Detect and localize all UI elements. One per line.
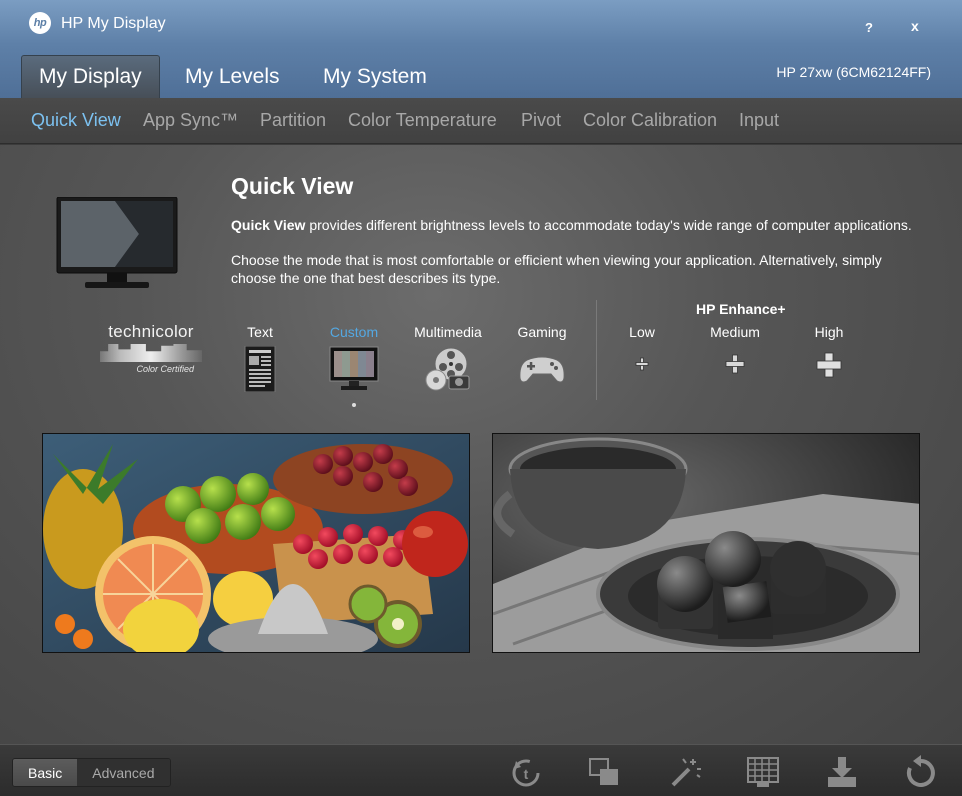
enhance-medium[interactable]: Medium <box>709 324 761 374</box>
mode-text[interactable]: Text <box>240 324 280 397</box>
technicolor-name: technicolor <box>108 322 194 341</box>
tab-label: My Display <box>39 65 142 88</box>
page-title: Quick View <box>231 173 354 199</box>
title-bar: hp HP My Display ? x My Display My Level… <box>0 0 962 98</box>
close-button[interactable]: x <box>911 18 919 34</box>
tab-my-system[interactable]: My System <box>306 55 444 98</box>
help-button[interactable]: ? <box>865 20 873 35</box>
technicolor-subtitle: Color Certified <box>136 364 194 374</box>
subtab-partition[interactable]: Partition <box>260 110 326 131</box>
custom-monitor-icon <box>329 346 379 390</box>
plus-small-icon <box>635 357 649 371</box>
enhance-label: High <box>814 324 844 340</box>
technicolor-skyline-icon <box>100 344 202 362</box>
enhance-high[interactable]: High <box>812 324 846 378</box>
description-primary: Quick View provides different brightness… <box>231 217 931 233</box>
tab-label: My Levels <box>185 64 280 88</box>
plus-large-icon <box>816 352 842 378</box>
timer-icon[interactable]: t <box>508 755 544 789</box>
tab-label: My System <box>323 64 427 88</box>
selected-indicator <box>352 403 356 407</box>
svg-text:t: t <box>524 766 529 782</box>
monitor-icon <box>56 197 178 288</box>
subtab-color-calibration[interactable]: Color Calibration <box>583 110 717 131</box>
tab-my-levels[interactable]: My Levels <box>168 55 297 98</box>
color-preview-image <box>42 433 470 653</box>
subtab-pivot[interactable]: Pivot <box>521 110 561 131</box>
mode-label: Multimedia <box>414 324 482 340</box>
enhance-label: Low <box>629 324 655 340</box>
gamepad-icon <box>519 356 565 383</box>
fruit-photo-image <box>43 434 469 652</box>
advanced-button[interactable]: Advanced <box>77 759 170 786</box>
monitor-id: HP 27xw (6CM62124FF) <box>776 64 931 80</box>
plus-medium-icon <box>725 354 745 374</box>
section-divider <box>596 300 597 400</box>
tab-my-display[interactable]: My Display <box>21 55 160 98</box>
mode-label: Text <box>247 324 273 340</box>
technicolor-logo: technicolor Color Certified <box>98 322 204 378</box>
description-bold: Quick View <box>231 217 306 233</box>
subtab-app-sync[interactable]: App Sync™ <box>143 110 238 131</box>
magic-wand-icon[interactable] <box>667 755 703 789</box>
mode-custom[interactable]: Custom <box>326 324 382 407</box>
mode-label: Gaming <box>517 324 567 340</box>
mode-label: Custom <box>329 324 379 340</box>
content-area: Quick View Quick View provides different… <box>0 145 962 744</box>
subtab-quick-view[interactable]: Quick View <box>31 110 121 131</box>
reset-icon[interactable] <box>903 755 939 789</box>
text-document-icon <box>244 345 276 393</box>
subtab-input[interactable]: Input <box>739 110 779 131</box>
app-title: HP My Display <box>61 15 166 32</box>
bottom-toolbar: Basic Advanced t <box>0 744 962 796</box>
hp-enhance-title: HP Enhance+ <box>696 301 786 317</box>
film-reel-icon <box>425 347 470 391</box>
download-icon[interactable] <box>824 755 860 789</box>
mode-gaming[interactable]: Gaming <box>515 324 569 397</box>
window-layers-icon[interactable] <box>586 755 622 789</box>
mode-multimedia[interactable]: Multimedia <box>413 324 483 397</box>
view-mode-toggle: Basic Advanced <box>12 758 171 787</box>
basic-button[interactable]: Basic <box>13 759 78 786</box>
enhance-label: Medium <box>710 324 760 340</box>
hp-logo-icon: hp <box>29 12 51 34</box>
subtab-color-temperature[interactable]: Color Temperature <box>348 110 497 131</box>
enhance-low[interactable]: Low <box>627 324 657 372</box>
description-rest: provides different brightness levels to … <box>305 217 912 233</box>
grid-display-icon[interactable] <box>745 755 781 789</box>
grayscale-preview-image <box>492 433 920 653</box>
description-secondary: Choose the mode that is most comfortable… <box>231 252 882 286</box>
teacup-chocolate-photo-image <box>493 434 919 652</box>
sub-navigation: Quick View App Sync™ Partition Color Tem… <box>0 98 962 144</box>
